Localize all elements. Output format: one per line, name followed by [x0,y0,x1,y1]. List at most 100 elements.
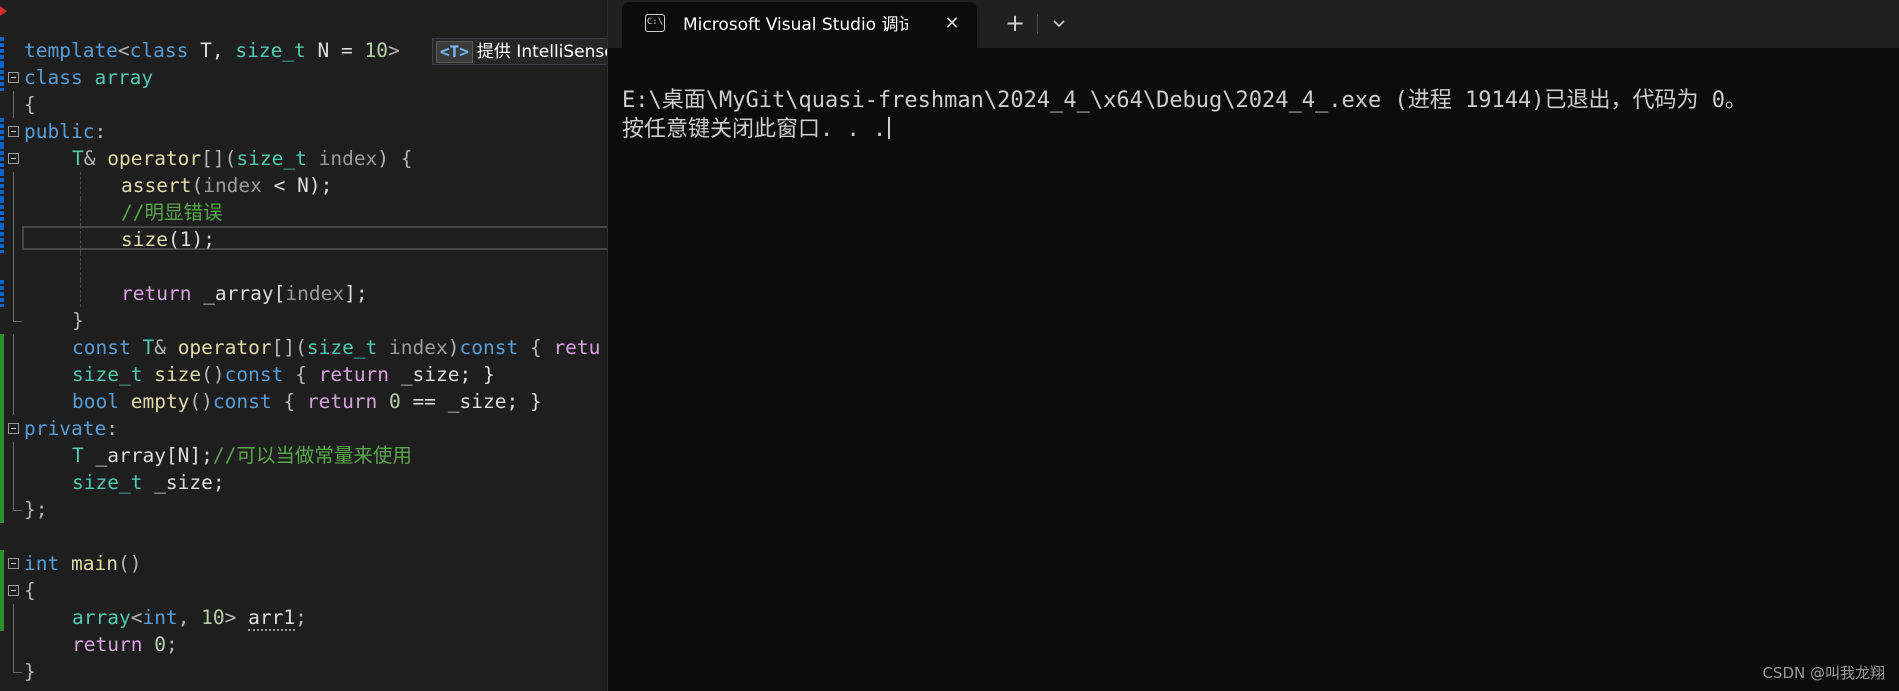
code-line-10[interactable]: return _array[index]; [0,280,607,307]
code-line-20[interactable]: int main() [0,550,607,577]
change-indicator [0,604,4,631]
code-line-9[interactable] [0,253,607,280]
fold-guide [13,631,14,658]
change-indicator [0,442,4,469]
fold-guide [13,388,14,415]
code-editor[interactable]: template<class T, size_t N = 10> <T> 提供 I… [0,0,607,691]
code-token: T, [188,39,236,62]
code-token: }; [24,498,48,521]
code-line-11[interactable]: } [0,307,607,334]
code-token: main [70,552,118,575]
code-token: T [142,336,155,359]
indent-guide [80,226,81,253]
code-line-4[interactable]: public: [0,118,607,145]
tooltip-text: 提供 IntelliSense [476,42,607,62]
breakpoint-marker [0,6,7,16]
code-line-24[interactable]: } [0,658,607,685]
code-token: index [318,147,378,170]
tab-debug-console[interactable]: C:\ Microsoft Visual Studio 调试控制台 ✕ [622,2,977,48]
code-token: ]; [344,282,368,305]
fold-guide [13,253,14,280]
text-cursor [888,117,891,139]
console-line: E:\桌面\MyGit\quasi-freshman\2024_4_\x64\D… [622,88,1747,113]
code-token: (1); [167,228,215,251]
code-line-18[interactable]: }; [0,496,607,523]
code-token: 0 [154,633,166,656]
code-line-7[interactable]: //明显错误 [0,199,607,226]
code-token: & [154,336,178,359]
code-line-21[interactable]: { [0,577,607,604]
collapse-icon[interactable] [8,153,19,164]
indent-guide [80,172,81,199]
code-line-17[interactable]: size_t _size; [0,469,607,496]
code-line-8[interactable]: size(1); [0,226,607,253]
debug-console-window[interactable]: C:\ Microsoft Visual Studio 调试控制台 ✕ + E:… [607,0,1899,691]
code-token: & [83,147,108,170]
code-line-22[interactable]: array<int, 10> arr1; [0,604,607,631]
code-token: assert [121,174,192,197]
fold-guide [13,469,14,496]
code-token: class [129,39,189,62]
code-token: int [24,552,60,575]
code-token: class [24,66,83,89]
chevron-down-icon[interactable] [1045,10,1073,38]
code-token: > [224,606,249,629]
change-indicator [0,334,4,361]
code-token: { [271,390,307,413]
code-token: { [24,93,36,116]
change-indicator [0,550,4,577]
code-line-14[interactable]: bool empty()const { return 0 == _size; } [0,388,607,415]
new-tab-button[interactable]: + [1000,10,1030,38]
code-comment: //可以当做常量来使用 [212,444,412,467]
code-line-12[interactable]: const T& operator[](size_t index)const {… [0,334,607,361]
code-line-19[interactable] [0,523,607,550]
code-token: index [203,174,262,197]
code-token: const [459,336,519,359]
code-token: index [285,282,345,305]
collapse-icon[interactable] [8,585,19,596]
code-token: template [24,39,118,62]
fold-guide [13,280,14,307]
tab-divider [1037,14,1038,34]
collapse-icon[interactable] [8,126,19,137]
fold-end [13,307,22,322]
change-indicator [0,415,4,442]
close-icon[interactable]: ✕ [940,12,964,36]
code-token: < [130,606,143,629]
code-token: public [24,120,95,143]
code-line-23[interactable]: return 0; [0,631,607,658]
code-token: []( [271,336,307,359]
code-token: 0 [389,390,401,413]
code-line-5[interactable]: T& operator[](size_t index) { [0,145,607,172]
collapse-icon[interactable] [8,72,19,83]
code-token: { [24,579,36,602]
console-output[interactable]: E:\桌面\MyGit\quasi-freshman\2024_4_\x64\D… [622,86,1747,144]
code-token: N = [305,39,365,62]
code-line-6[interactable]: assert(index < N); [0,172,607,199]
code-token: _array[ [191,282,286,305]
collapse-icon[interactable] [8,423,19,434]
code-line-3[interactable]: { [0,91,607,118]
code-line-2[interactable]: class array [0,64,607,91]
code-comment: //明显错误 [121,201,223,224]
code-line-16[interactable]: T _array[N];//可以当做常量来使用 [0,442,607,469]
code-token: () [201,363,225,386]
change-indicator [0,280,4,307]
code-token: operator [107,147,202,170]
code-token: ( [191,174,204,197]
code-line-15[interactable]: private: [0,415,607,442]
collapse-icon[interactable] [8,558,19,569]
code-token: } [72,309,84,332]
change-indicator [0,172,4,199]
code-line-13[interactable]: size_t size()const { return _size; } [0,361,607,388]
fold-guide [13,604,14,631]
code-token: index [389,336,448,359]
code-token: _array[N]; [83,444,213,467]
intellisense-tooltip[interactable]: <T> 提供 IntelliSense [432,38,607,65]
code-token: array [94,66,154,89]
change-indicator [0,361,4,388]
